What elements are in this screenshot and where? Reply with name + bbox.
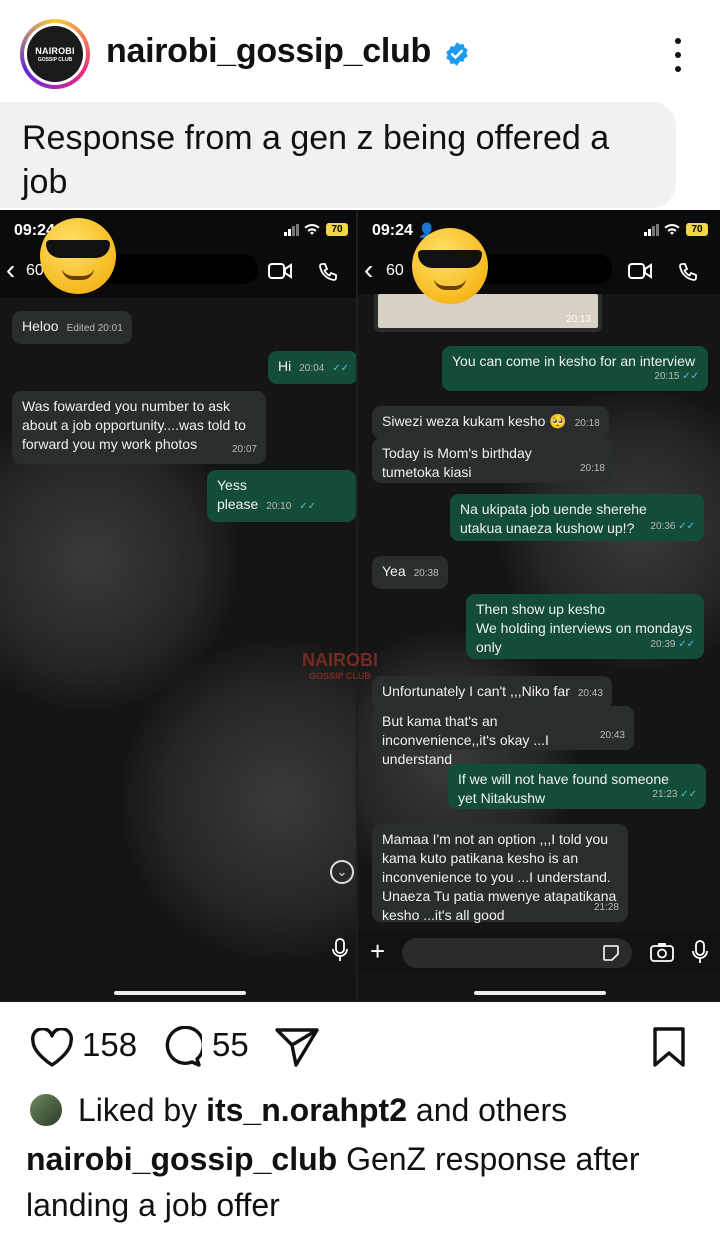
- avatar-logo-subtext: GOSSIP CLUB: [37, 56, 73, 63]
- avatar-logo-text: NAIROBI: [35, 45, 75, 56]
- message-composer: +: [358, 932, 720, 974]
- liked-by-username[interactable]: its_n.orahpt2: [206, 1092, 407, 1128]
- message-bubble-incoming[interactable]: Was fowarded you number to ask about a j…: [12, 391, 266, 464]
- message-bubble-outgoing[interactable]: If we will not have found someone yet Ni…: [448, 764, 706, 809]
- message-bubble-incoming[interactable]: Today is Mom's birthday tumetoka kiasi 20…: [372, 438, 614, 483]
- liker-avatar[interactable]: [28, 1092, 64, 1128]
- liked-by-text: Liked by its_n.orahpt2 and others: [78, 1092, 567, 1129]
- phone-call-icon[interactable]: [678, 262, 698, 282]
- video-call-icon[interactable]: [268, 262, 292, 280]
- phone-call-icon[interactable]: [318, 262, 338, 282]
- battery-icon: 70: [686, 223, 708, 236]
- message-bubble-outgoing[interactable]: Na ukipata job uende sherehe utakua unae…: [450, 494, 704, 541]
- message-bubble-outgoing[interactable]: You can come in kesho for an interview 20…: [442, 346, 708, 391]
- contact-name[interactable]: 60: [386, 262, 404, 280]
- caption-banner: Response from a gen z being offered a jo…: [0, 102, 676, 208]
- back-chevron-icon[interactable]: ‹: [364, 256, 373, 284]
- message-bubble-incoming[interactable]: Yea 20:38: [372, 556, 448, 589]
- watermark-logo: NAIROBI GOSSIP CLUB: [302, 650, 378, 681]
- message-bubble-outgoing[interactable]: Then show up kesho We holding interviews…: [466, 594, 704, 659]
- message-bubble-incoming[interactable]: Siwezi weza kukam kesho 🥺 20:18: [372, 406, 609, 439]
- post-username[interactable]: nairobi_gossip_club: [106, 32, 431, 71]
- status-time: 09:24: [372, 222, 413, 239]
- description-username[interactable]: nairobi_gossip_club: [26, 1141, 337, 1177]
- post-header: NAIROBI GOSSIP CLUB nairobi_gossip_club: [0, 0, 720, 108]
- heart-icon[interactable]: [30, 1028, 74, 1068]
- signal-icon: [644, 224, 659, 236]
- post-description: nairobi_gossip_club GenZ response after …: [26, 1136, 706, 1228]
- message-bubble-incoming[interactable]: Mamaa I'm not an option ,,,I told you ka…: [372, 824, 628, 923]
- watermark-text: NAIROBI: [302, 650, 378, 670]
- video-call-icon[interactable]: [628, 262, 652, 280]
- liked-by-row[interactable]: Liked by its_n.orahpt2 and others: [28, 1088, 567, 1132]
- comment-icon[interactable]: [160, 1026, 202, 1068]
- microphone-icon[interactable]: [332, 938, 348, 962]
- home-indicator: [114, 991, 246, 995]
- plus-icon[interactable]: +: [370, 936, 385, 967]
- message-bubble-incoming[interactable]: Heloo Edited 20:01: [12, 311, 132, 344]
- message-bubble-incoming[interactable]: Unfortunately I can't ,,,Niko far 20:43: [372, 676, 612, 709]
- watermark-subtext: GOSSIP CLUB: [309, 671, 371, 681]
- microphone-icon[interactable]: [692, 940, 708, 964]
- message-bubble-outgoing[interactable]: Hi 20:04 ✓✓: [268, 351, 356, 384]
- scroll-down-icon[interactable]: ⌄: [330, 860, 354, 884]
- image-message-time: 20:13: [566, 314, 592, 325]
- image-message[interactable]: [374, 290, 602, 332]
- avatar[interactable]: NAIROBI GOSSIP CLUB: [24, 23, 86, 85]
- bookmark-icon[interactable]: [652, 1026, 686, 1068]
- message-input[interactable]: [402, 938, 632, 968]
- liked-by-prefix: Liked by: [78, 1091, 198, 1128]
- caption-title: Response from a gen z being offered a jo…: [22, 119, 610, 201]
- left-chat-screenshot: 09:24 70 ‹ 60 Heloo Edited 20:01 Hi 20:04 ✓…: [0, 210, 356, 1002]
- more-options-icon[interactable]: [668, 38, 688, 72]
- home-indicator: [474, 991, 606, 995]
- post-image[interactable]: 09:24 70 ‹ 60 Heloo Edited 20:01 Hi 20:04 ✓…: [0, 210, 720, 1002]
- post-actions: 158 55: [0, 1010, 720, 1080]
- camera-icon[interactable]: [650, 942, 674, 962]
- message-bubble-incoming[interactable]: But kama that's an inconvenience,,it's o…: [372, 706, 634, 767]
- like-count[interactable]: 158: [82, 1026, 137, 1064]
- sunglasses-emoji-sticker: [412, 228, 488, 304]
- signal-icon: [284, 224, 299, 236]
- comment-count[interactable]: 55: [212, 1026, 249, 1064]
- back-chevron-icon[interactable]: ‹: [6, 256, 15, 284]
- wifi-icon: [304, 224, 320, 235]
- battery-icon: 70: [326, 223, 348, 236]
- sticker-icon[interactable]: [602, 944, 620, 962]
- share-icon[interactable]: [274, 1026, 320, 1068]
- message-bubble-outgoing[interactable]: Yess please 20:10 ✓✓: [207, 470, 356, 522]
- wifi-icon: [664, 224, 680, 235]
- liked-by-suffix: and others: [415, 1091, 568, 1128]
- verified-badge-icon: [446, 42, 468, 66]
- sunglasses-emoji-sticker: [40, 218, 116, 294]
- right-chat-screenshot: 20:13 09:24 👤 70 ‹ 60 You can come in ke…: [358, 210, 720, 1002]
